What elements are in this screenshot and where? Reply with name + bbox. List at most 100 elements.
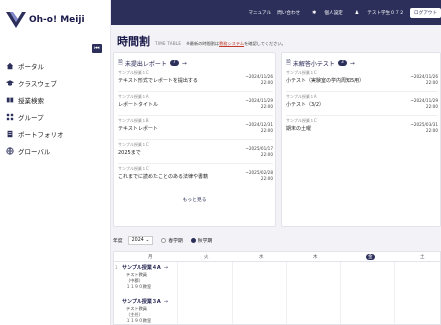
sidebar-item-label: ポートフォリオ (18, 130, 64, 139)
arrow-right-icon: → (181, 59, 187, 67)
report-course: サンプル授業１C (118, 142, 149, 147)
quizzes-header[interactable]: 🗎 未解答小テスト 3 → (286, 58, 355, 68)
book-icon (5, 95, 14, 104)
divider (286, 115, 438, 116)
user-icon: ♟ (354, 9, 360, 16)
report-due-time: 22:00 (260, 79, 273, 85)
course-name-text: サンプル授業４A (122, 265, 161, 271)
report-item[interactable]: サンプル授業１C テキスト形式でレポートを提出する ~2024/11/26 22:… (118, 70, 273, 92)
main-content: 時間割 TIME TABLE ※最新の時間割は教務システムを確認してください。 … (111, 25, 441, 325)
unanswered-quizzes-panel: 🗎 未解答小テスト 3 → サンプル授業１C 小テスト（実験室の学内周知5用） … (281, 52, 441, 227)
timetable-filters: 年度 2024 ⌄ 春学期 秋学期 (113, 236, 212, 245)
course-card[interactable]: サンプル授業４A → テスト教員（中郡） １１９０教室 (122, 264, 192, 302)
reports-title: 未提出レポート (124, 60, 167, 68)
quiz-item[interactable]: サンプル授業１A 小テスト（3/2） ~2024/11/29 22:00 (286, 94, 438, 116)
logout-button[interactable]: ログアウト (410, 7, 441, 18)
report-title: テキスト形式でレポートを提出する (118, 78, 198, 84)
quiz-due-time: 22:00 (425, 79, 438, 85)
report-due-time: 22:00 (260, 151, 273, 157)
report-item[interactable]: サンプル授業１B テキストレポート ~2024/12/31 22:00 (118, 118, 273, 140)
report-item[interactable]: サンプル授業１A レポートタイトル ~2024/11/29 22:00 (118, 94, 273, 116)
chevron-down-icon: ⌄ (143, 238, 150, 243)
radio-spring-term[interactable]: 春学期 (161, 237, 183, 244)
divider (118, 91, 273, 92)
sidebar-item-label: クラスウェブ (18, 79, 57, 88)
timetable-header: 月 火 水 木 金 土 (114, 252, 440, 262)
reports-count-badge: 7 (169, 60, 179, 66)
sidebar-item-classweb[interactable]: クラスウェブ (0, 74, 111, 91)
column-divider (286, 262, 287, 324)
reports-header[interactable]: 🗎 未提出レポート 7 → (118, 58, 187, 68)
period-label: 1 (115, 265, 118, 270)
course-room: １１９０教室 (126, 284, 152, 289)
quiz-item[interactable]: サンプル授業１C 小テスト（実験室の学内周知5用） ~2024/11/26 22:… (286, 70, 438, 92)
sidebar-item-course-search[interactable]: 授業検索 (0, 91, 111, 108)
report-title: これまでに読めたことのある法律や書籍 (118, 174, 208, 180)
course-name: サンプル授業３A → (122, 298, 168, 305)
user-name-label: テスト学生０７２ (367, 10, 405, 16)
report-course: サンプル授業１C (118, 70, 149, 75)
arrow-right-icon: → (163, 265, 168, 271)
divider (286, 91, 438, 92)
sidebar-collapse-button[interactable]: ⏮ (92, 44, 102, 53)
quiz-item[interactable]: サンプル授業１C 期末の土曜 ~2025/03/31 22:00 (286, 118, 438, 140)
report-due-time: 22:00 (260, 127, 273, 133)
sidebar-item-label: グループ (18, 113, 44, 122)
report-due-time: 22:00 (260, 175, 273, 181)
sidebar: Oh-o! Meiji ⏮ ポータル クラスウェブ 授業検索 グループ ポートフ… (0, 0, 111, 325)
note-suffix: を確認してください。 (244, 41, 286, 46)
day-header: 火 (204, 255, 209, 260)
document-icon: 🗎 (286, 59, 291, 66)
home-icon (5, 61, 14, 70)
quiz-due-date: ~2024/11/29 (410, 98, 438, 103)
quiz-due: ~2025/03/31 22:00 (410, 122, 438, 133)
course-teacher: テスト教員（主任） (126, 306, 147, 317)
quizzes-count-badge: 3 (337, 60, 347, 66)
quiz-due-time: 22:00 (425, 103, 438, 109)
report-course: サンプル授業１B (118, 118, 149, 123)
radio-label: 春学期 (168, 239, 183, 244)
academic-system-link[interactable]: 教務システム (219, 41, 244, 46)
sidebar-item-portfolio[interactable]: ポートフォリオ (0, 125, 111, 142)
sidebar-item-portal[interactable]: ポータル (0, 57, 111, 74)
report-due-date: ~2024/11/29 (245, 98, 273, 103)
gear-icon: ✱ (312, 9, 317, 16)
quiz-due-time: 22:00 (425, 127, 438, 133)
graduation-cap-icon (5, 78, 14, 87)
column-divider (232, 262, 233, 324)
quiz-title: 小テスト（3/2） (286, 102, 325, 108)
day-header-today: 金 (366, 254, 375, 260)
course-card[interactable]: サンプル授業３A → テスト教員（主任） １１９０教室 (122, 298, 192, 325)
settings-link[interactable]: ✱ 個人設定 (306, 10, 343, 16)
sidebar-item-global[interactable]: グローバル (0, 142, 111, 159)
quiz-due: ~2024/11/26 22:00 (410, 74, 438, 85)
sidebar-item-label: ポータル (18, 62, 44, 71)
divider (118, 115, 273, 116)
radio-on-icon (190, 238, 196, 243)
report-item[interactable]: サンプル授業１C 2025まで ~2025/01/17 22:00 (118, 142, 273, 164)
course-name: サンプル授業４A → (122, 264, 168, 271)
show-more-link[interactable]: もっと見る (114, 196, 275, 203)
report-item[interactable]: サンプル授業１C これまでに読めたことのある法律や書籍 ~2025/02/28 2… (118, 166, 273, 188)
top-header: マニュアル 問い合わせ ✱ 個人設定 ♟ テスト学生０７２ ログアウト (111, 0, 441, 25)
user-name[interactable]: ♟ テスト学生０７２ (349, 10, 404, 16)
report-due-time: 22:00 (260, 103, 273, 109)
report-due-date: ~2024/11/26 (245, 74, 273, 79)
radio-fall-term[interactable]: 秋学期 (190, 237, 213, 244)
sidebar-nav: ポータル クラスウェブ 授業検索 グループ ポートフォリオ グローバル (0, 57, 111, 159)
document-icon: 🗎 (118, 59, 123, 66)
quiz-course: サンプル授業１A (286, 94, 317, 99)
arrow-right-icon: → (163, 299, 168, 305)
year-select[interactable]: 2024 ⌄ (127, 236, 154, 245)
radio-off-icon (161, 238, 167, 243)
manual-link[interactable]: マニュアル (248, 10, 271, 16)
report-title: レポートタイトル (118, 102, 159, 108)
sidebar-item-group[interactable]: グループ (0, 108, 111, 125)
timetable-grid: 月 火 水 木 金 土 1 サンプル授業４A → テスト教員（中郡） １１９０教室… (113, 251, 441, 325)
contact-link[interactable]: 問い合わせ (277, 10, 300, 16)
logo[interactable]: Oh-o! Meiji (6, 10, 106, 30)
report-due-date: ~2024/12/31 (245, 122, 273, 127)
sidebar-item-label: グローバル (18, 147, 51, 156)
radio-label: 秋学期 (197, 239, 213, 244)
day-header: 土 (420, 255, 425, 260)
